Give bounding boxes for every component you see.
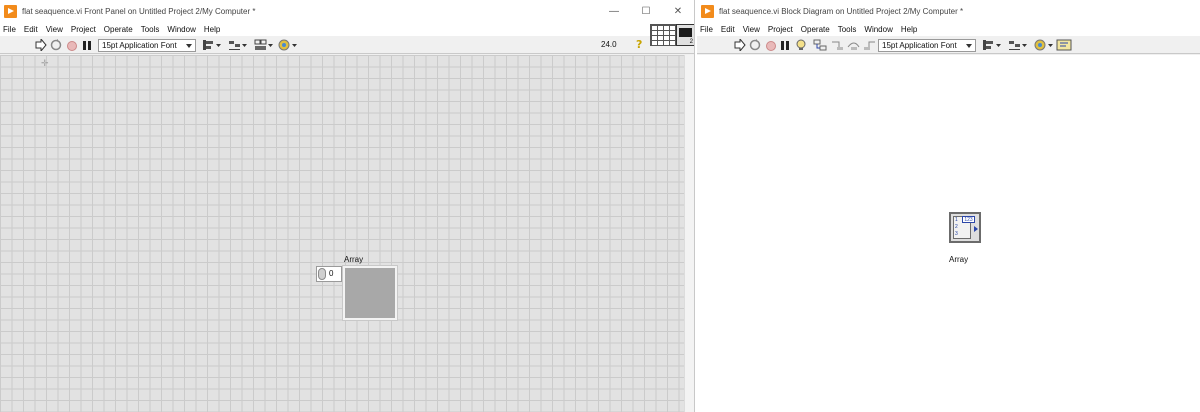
front-panel-toolbar: 15pt Application Font 24.0 ? [0,36,694,54]
vi-icon-number: 2 [689,39,693,45]
array-index-display[interactable]: 0 [316,266,342,282]
array-terminal-label[interactable]: Array [949,255,968,264]
resize-objects-icon[interactable] [254,39,274,51]
menu-edit[interactable]: Edit [20,25,42,34]
abort-icon[interactable] [766,39,776,51]
origin-marker-icon: ✛ [41,58,49,68]
screen: flat seaquence.vi Front Panel on Untitle… [0,0,1200,412]
menu-project[interactable]: Project [67,25,100,34]
menu-operate[interactable]: Operate [797,25,834,34]
array-control-label[interactable]: Array [344,255,363,264]
labview-app-icon [701,4,714,18]
block-diagram-title: flat seaquence.vi Block Diagram on Untit… [719,6,964,16]
menu-help[interactable]: Help [897,25,921,34]
font-dropdown-value: 15pt Application Font [882,41,957,50]
menu-window[interactable]: Window [860,25,896,34]
font-dropdown-value: 15pt Application Font [102,41,177,50]
pause-icon[interactable] [83,39,91,51]
connector-pane[interactable] [650,24,676,46]
reorder-icon[interactable] [278,39,298,51]
close-button[interactable]: ✕ [662,0,694,22]
maximize-button[interactable]: ☐ [630,0,662,22]
numeric-type-tag: 123 [962,216,975,223]
distribute-objects-icon[interactable] [1008,39,1028,51]
context-help-button[interactable]: ? [636,38,646,51]
step-out-icon[interactable] [863,39,877,51]
retain-wire-values-icon[interactable] [813,39,827,51]
menu-window[interactable]: Window [163,25,199,34]
run-continuously-icon[interactable] [50,39,62,51]
block-diagram-menubar: File Edit View Project Operate Tools Win… [697,22,1200,36]
chevron-down-icon [186,44,192,48]
step-into-icon[interactable] [831,39,845,51]
clean-up-diagram-icon[interactable] [1056,39,1072,51]
pause-icon[interactable] [781,39,789,51]
front-panel-scrollbar[interactable] [684,55,694,412]
front-panel-canvas[interactable] [0,55,684,412]
window-controls: — ☐ ✕ [598,0,694,22]
block-diagram-toolbar: 15pt Application Font [697,36,1200,54]
labview-app-icon [4,4,17,18]
block-diagram-titlebar[interactable]: flat seaquence.vi Block Diagram on Untit… [697,0,1200,22]
reorder-icon[interactable] [1034,39,1054,51]
menu-view[interactable]: View [739,25,764,34]
highlight-execution-icon[interactable] [795,39,809,51]
font-dropdown[interactable]: 15pt Application Font [98,39,196,52]
index-spinner-icon[interactable] [318,268,326,280]
array-terminal[interactable]: 123 123 [949,212,981,243]
align-objects-icon[interactable] [202,39,222,51]
output-arrow-icon [974,226,978,232]
font-dropdown[interactable]: 15pt Application Font [878,39,976,52]
run-continuously-icon[interactable] [749,39,761,51]
array-index-value: 0 [329,269,334,278]
menu-operate[interactable]: Operate [100,25,137,34]
minimize-button[interactable]: — [598,0,630,22]
run-arrow-icon[interactable] [734,39,746,51]
run-arrow-icon[interactable] [35,39,47,51]
array-element-placeholder[interactable] [343,266,397,320]
menu-view[interactable]: View [42,25,67,34]
menu-file[interactable]: File [0,25,20,34]
abort-icon[interactable] [67,39,77,51]
chevron-down-icon [966,44,972,48]
align-objects-icon[interactable] [982,39,1002,51]
menu-project[interactable]: Project [764,25,797,34]
front-panel-window: flat seaquence.vi Front Panel on Untitle… [0,0,695,412]
distribute-objects-icon[interactable] [228,39,248,51]
menu-help[interactable]: Help [200,25,224,34]
menu-tools[interactable]: Tools [137,25,164,34]
step-over-icon[interactable] [847,39,861,51]
toolbar-value-readout: 24.0 [601,40,617,49]
front-panel-title: flat seaquence.vi Front Panel on Untitle… [22,6,256,16]
vi-icon[interactable]: 2 [676,24,694,46]
vi-icon-screen [679,28,692,37]
menu-tools[interactable]: Tools [834,25,861,34]
front-panel-titlebar[interactable]: flat seaquence.vi Front Panel on Untitle… [0,0,694,22]
menu-edit[interactable]: Edit [717,25,739,34]
menu-file[interactable]: File [697,25,717,34]
front-panel-menubar: File Edit View Project Operate Tools Win… [0,22,694,36]
block-diagram-window: flat seaquence.vi Block Diagram on Untit… [697,0,1200,412]
